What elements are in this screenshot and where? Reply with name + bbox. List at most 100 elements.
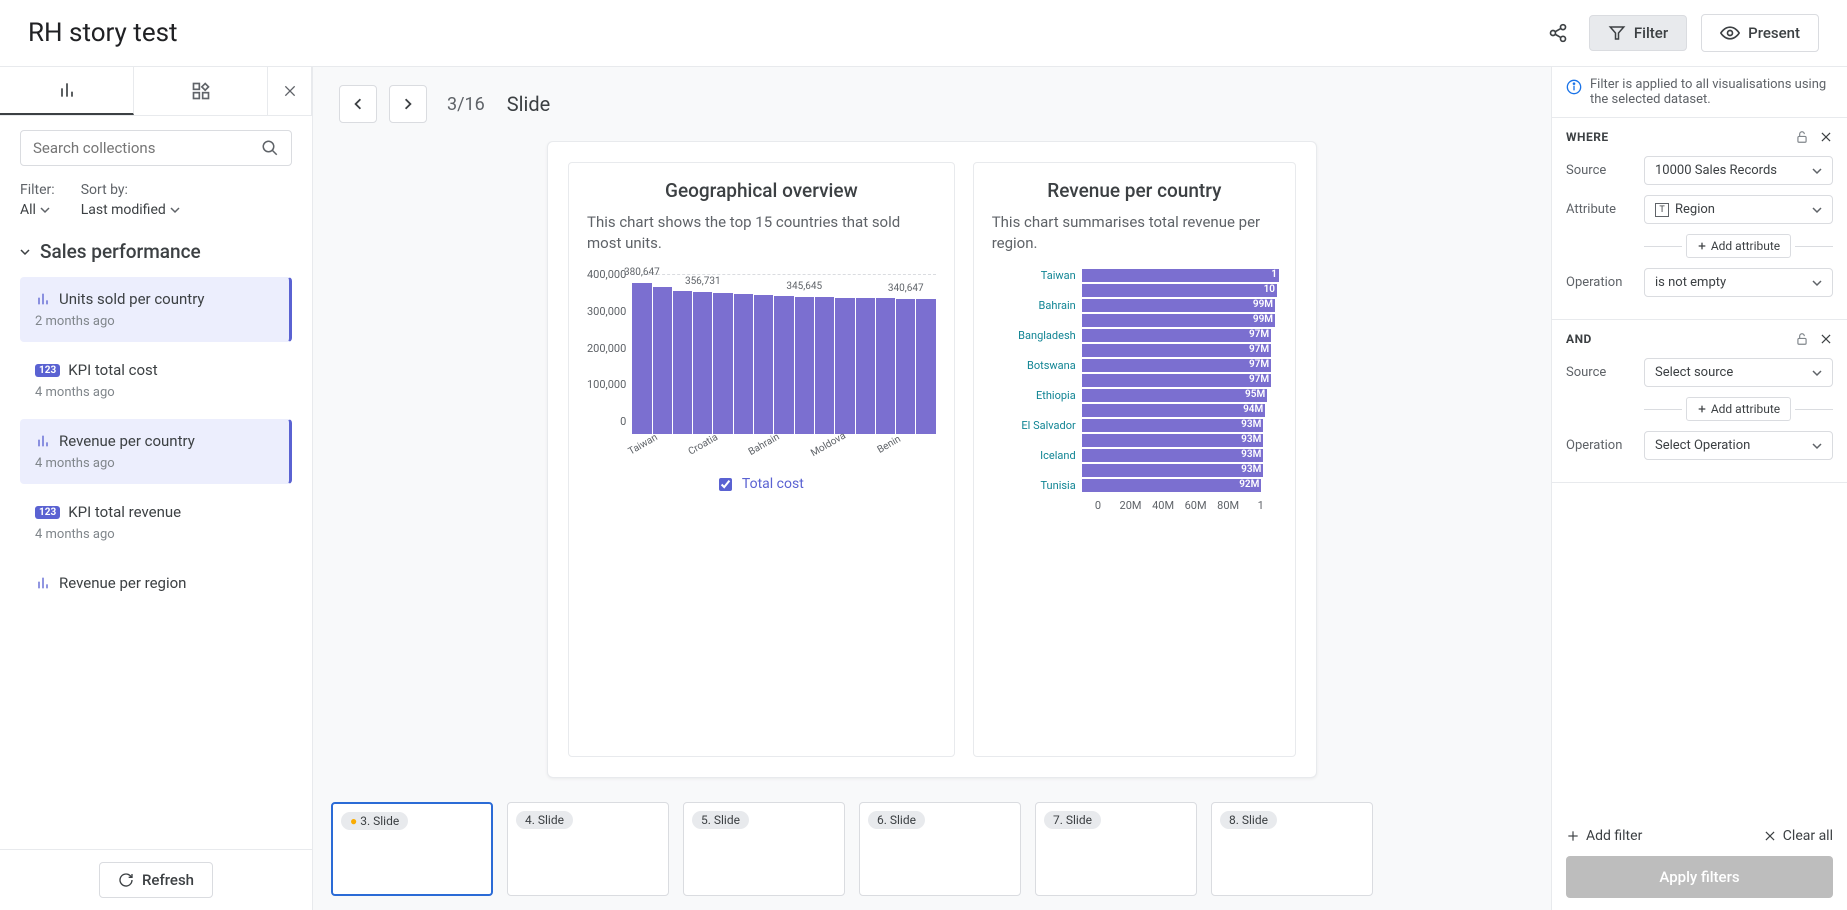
search-input-wrapper[interactable]: [20, 130, 292, 166]
legend-label: Total cost: [742, 476, 804, 492]
hbar-row: Bahrain99M: [992, 298, 1277, 313]
collection-item[interactable]: Units sold per country2 months ago: [20, 277, 292, 342]
hbar[interactable]: 97M: [1082, 344, 1271, 357]
collection-item[interactable]: Revenue per region: [20, 561, 292, 611]
bar[interactable]: [653, 287, 672, 434]
hbar-row: 94M: [992, 403, 1277, 418]
share-icon[interactable]: [1541, 16, 1575, 50]
hbar[interactable]: 97M: [1082, 359, 1271, 372]
bar[interactable]: 345,645: [795, 297, 814, 434]
hbar[interactable]: 1: [1082, 269, 1279, 282]
x-axis: TaiwanCroatiaBahrainMoldovaBenin: [632, 438, 935, 468]
block-title: AND: [1566, 332, 1592, 346]
thumb-label: 6. Slide: [868, 811, 925, 829]
add-attribute-button[interactable]: Add attribute: [1686, 234, 1791, 258]
refresh-icon: [118, 872, 134, 888]
x-tick: 0: [1082, 499, 1115, 512]
slide-thumbnail[interactable]: 8. Slide: [1211, 802, 1373, 896]
hbar-value-label: 93M: [1241, 449, 1261, 460]
sort-dropdown[interactable]: Sort by: Last modified: [81, 182, 180, 218]
next-slide-button[interactable]: [389, 85, 427, 123]
bar[interactable]: [916, 299, 935, 434]
bar[interactable]: 380,647: [632, 283, 651, 434]
hbar[interactable]: 93M: [1082, 449, 1264, 462]
vis-geographical-overview[interactable]: Geographical overview This chart shows t…: [568, 162, 955, 757]
hbar[interactable]: 97M: [1082, 374, 1271, 387]
hbar[interactable]: 95M: [1082, 389, 1268, 402]
close-icon[interactable]: [1819, 130, 1833, 144]
slide-thumbnail[interactable]: 7. Slide: [1035, 802, 1197, 896]
hbar-value-label: 97M: [1249, 374, 1269, 385]
add-attribute-button[interactable]: Add attribute: [1686, 397, 1791, 421]
vis-revenue-per-country[interactable]: Revenue per country This chart summarise…: [973, 162, 1296, 757]
hbar[interactable]: 99M: [1082, 299, 1275, 312]
bar[interactable]: [856, 298, 875, 434]
filter-dropdown[interactable]: Filter: All: [20, 182, 55, 218]
chart-title: Revenue per country: [992, 179, 1277, 202]
collection-item-title: Units sold per country: [59, 290, 205, 308]
close-icon: [1763, 829, 1777, 843]
prev-slide-button[interactable]: [339, 85, 377, 123]
sort-value: Last modified: [81, 202, 166, 218]
hbar[interactable]: 93M: [1082, 464, 1264, 477]
source-select[interactable]: 10000 Sales Records: [1644, 156, 1833, 185]
bar[interactable]: [734, 294, 753, 434]
hbar[interactable]: 97M: [1082, 329, 1271, 342]
hbar[interactable]: 92M: [1082, 479, 1262, 492]
chart-title: Geographical overview: [587, 179, 936, 202]
collection-item-meta: 4 months ago: [35, 527, 277, 542]
close-sidebar[interactable]: [268, 67, 312, 115]
attribute-label: Attribute: [1566, 202, 1644, 217]
slide-thumbnail[interactable]: 3. Slide: [331, 802, 493, 896]
present-button[interactable]: Present: [1701, 14, 1819, 52]
add-filter-button[interactable]: Add filter: [1566, 828, 1642, 844]
clear-all-button[interactable]: Clear all: [1763, 828, 1833, 844]
hbar-value-label: 99M: [1253, 299, 1273, 310]
tab-widgets[interactable]: [134, 67, 268, 115]
operation-select[interactable]: Select Operation: [1644, 431, 1833, 460]
collection-item[interactable]: 123KPI total cost4 months ago: [20, 348, 292, 413]
bar[interactable]: [876, 298, 895, 434]
slide-thumbnail[interactable]: 6. Slide: [859, 802, 1021, 896]
attribute-select[interactable]: TRegion: [1644, 195, 1833, 224]
add-filter-label: Add filter: [1586, 828, 1642, 844]
widgets-icon: [191, 81, 211, 101]
apply-filters-button[interactable]: Apply filters: [1566, 856, 1833, 898]
lock-icon[interactable]: [1795, 130, 1809, 144]
collection-item[interactable]: 123KPI total revenue4 months ago: [20, 490, 292, 555]
legend-checkbox[interactable]: [719, 478, 732, 491]
hbar[interactable]: 10: [1082, 284, 1277, 297]
tab-visualisations[interactable]: [0, 67, 134, 115]
hbar[interactable]: 94M: [1082, 404, 1266, 417]
present-button-label: Present: [1748, 24, 1800, 42]
slide-thumbnail[interactable]: 5. Slide: [683, 802, 845, 896]
hbar[interactable]: 93M: [1082, 434, 1264, 447]
refresh-button[interactable]: Refresh: [99, 862, 213, 898]
search-input[interactable]: [33, 139, 261, 157]
lock-icon[interactable]: [1795, 332, 1809, 346]
chart-legend[interactable]: Total cost: [587, 476, 936, 492]
collection-item[interactable]: Revenue per country4 months ago: [20, 419, 292, 484]
bar[interactable]: [754, 295, 773, 434]
filter-button[interactable]: Filter: [1589, 15, 1687, 51]
bar[interactable]: 340,647: [896, 299, 915, 434]
kpi-icon: 123: [35, 364, 60, 377]
bar[interactable]: [835, 298, 854, 434]
x-tick: 40M: [1147, 499, 1180, 512]
source-select[interactable]: Select source: [1644, 358, 1833, 387]
source-label: Source: [1566, 365, 1644, 380]
hbar[interactable]: 93M: [1082, 419, 1264, 432]
bar-chart-icon: [35, 433, 51, 449]
operation-select[interactable]: is not empty: [1644, 268, 1833, 297]
bar[interactable]: [673, 291, 692, 434]
bar[interactable]: [815, 297, 834, 434]
chevron-down-icon: [170, 205, 180, 215]
hbar[interactable]: 99M: [1082, 314, 1275, 327]
section-toggle[interactable]: Sales performance: [20, 240, 292, 263]
slide-thumbnail[interactable]: 4. Slide: [507, 802, 669, 896]
bar[interactable]: 356,731: [693, 292, 712, 434]
bar[interactable]: [713, 293, 732, 434]
bar-value-label: 340,647: [888, 283, 924, 294]
close-icon[interactable]: [1819, 332, 1833, 346]
bar[interactable]: [774, 296, 793, 434]
